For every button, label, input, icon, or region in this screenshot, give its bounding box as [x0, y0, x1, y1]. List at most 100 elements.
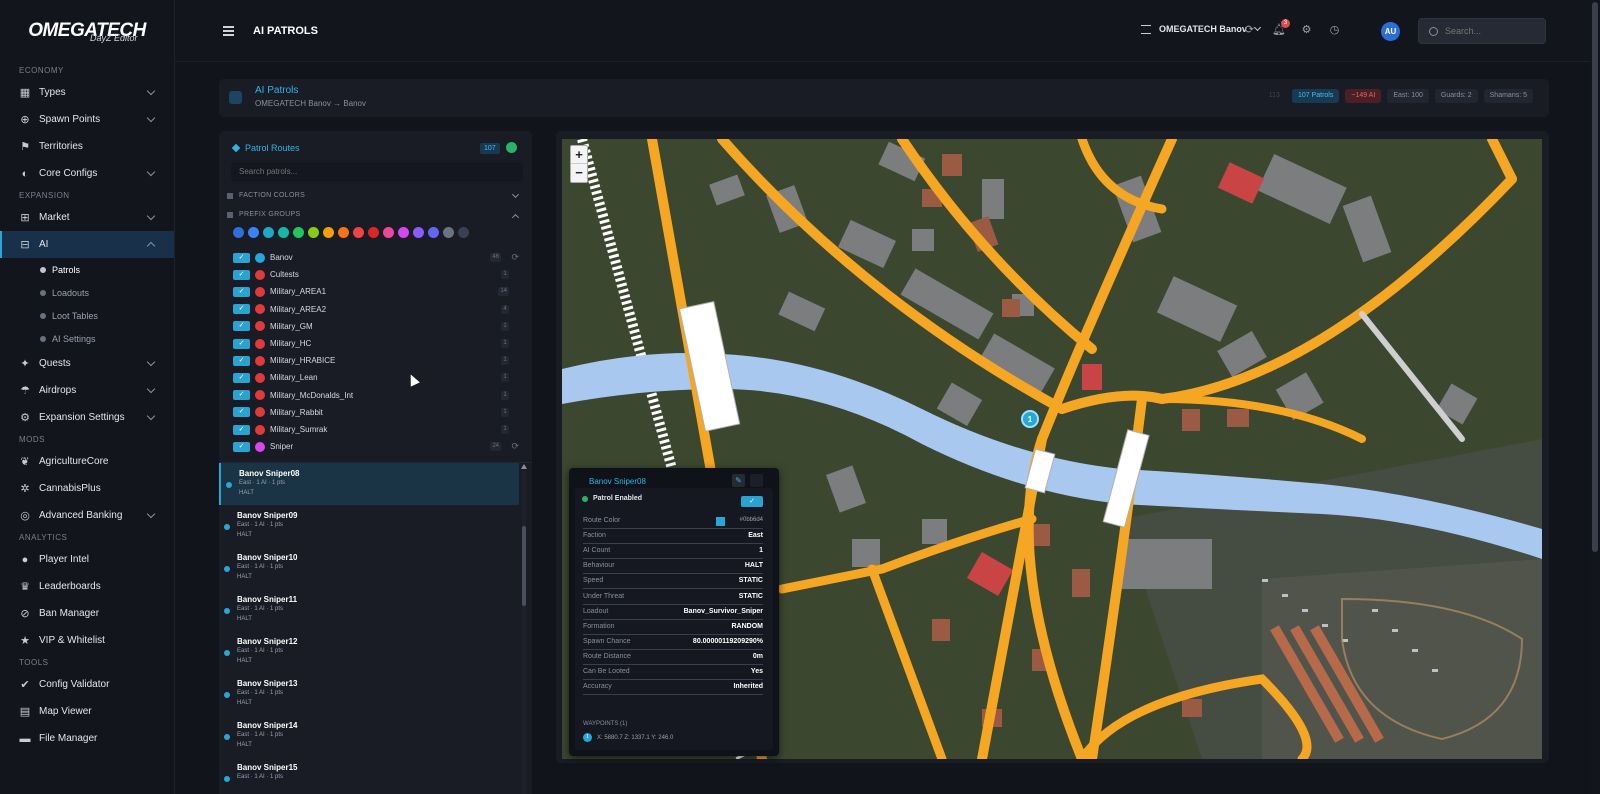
- avatar[interactable]: AU: [1381, 22, 1400, 41]
- sidebar-item-cannabisplus[interactable]: ✲ CannabisPlus: [0, 475, 174, 502]
- group-checkbox[interactable]: ✓: [233, 407, 250, 418]
- color-swatch[interactable]: [278, 227, 289, 238]
- color-swatch[interactable]: [413, 227, 424, 238]
- sidebar-item-types[interactable]: ▦ Types: [0, 79, 174, 106]
- prefix-group-row[interactable]: ✓ Military_HC 1: [233, 335, 523, 352]
- sidebar-item-airdrops[interactable]: ☂ Airdrops: [0, 377, 174, 404]
- refresh-icon[interactable]: ⟳: [511, 252, 519, 263]
- color-swatch[interactable]: [338, 227, 349, 238]
- color-swatch[interactable]: [458, 227, 469, 238]
- prefix-group-row[interactable]: ✓ Military_Sumrak 1: [233, 421, 523, 438]
- group-checkbox[interactable]: ✓: [233, 372, 250, 383]
- sidebar-item-advanced-banking[interactable]: ◎ Advanced Banking: [0, 502, 174, 529]
- bell-icon[interactable]: 🔔︎ 3: [1272, 19, 1290, 37]
- patrol-list-item[interactable]: Banov Sniper13 East · 1 AI · 1 pts HALT: [219, 673, 519, 715]
- sidebar-item-vip-whitelist[interactable]: ★ VIP & Whitelist: [0, 627, 174, 654]
- patrol-list-item[interactable]: Banov Sniper12 East · 1 AI · 1 pts HALT: [219, 631, 519, 673]
- group-checkbox[interactable]: ✓: [233, 355, 250, 366]
- zoom-in-button[interactable]: +: [571, 146, 587, 164]
- sidebar-item-market[interactable]: ⊞ Market: [0, 204, 174, 231]
- sidebar-item-ban-manager[interactable]: ⊘ Ban Manager: [0, 600, 174, 627]
- sidebar-subitem-loadouts[interactable]: Loadouts: [0, 281, 174, 304]
- group-checkbox[interactable]: ✓: [233, 252, 250, 263]
- prefix-group-row[interactable]: ✓ Cultests 1: [233, 266, 523, 283]
- sidebar-subitem-patrols[interactable]: Patrols: [0, 258, 174, 281]
- menu-toggle-icon[interactable]: [223, 26, 234, 38]
- color-swatch[interactable]: [353, 227, 364, 238]
- prefix-group-row[interactable]: ✓ Military_AREA2 4: [233, 301, 523, 318]
- zoom-out-button[interactable]: −: [571, 164, 587, 182]
- patrol-list-item[interactable]: Banov Sniper09 East · 1 AI · 1 pts HALT: [219, 505, 519, 547]
- prefix-group-row[interactable]: ✓ Sniper 24 ⟳: [233, 438, 523, 455]
- prefix-group-row[interactable]: ✓ Military_Lean 1: [233, 369, 523, 386]
- prefix-group-row[interactable]: ✓ Banov 46 ⟳: [233, 249, 523, 266]
- group-checkbox[interactable]: ✓: [233, 269, 250, 280]
- color-swatch[interactable]: [233, 227, 244, 238]
- color-swatch[interactable]: [323, 227, 334, 238]
- route-color-swatch[interactable]: [716, 517, 725, 526]
- sidebar-item-spawn-points[interactable]: ⊕ Spawn Points: [0, 106, 174, 133]
- page-scrollbar-thumb[interactable]: [1592, 2, 1598, 552]
- sidebar-item-quests[interactable]: ✦ Quests: [0, 350, 174, 377]
- sidebar-item-agriculturecore[interactable]: ❦ AgricultureCore: [0, 448, 174, 475]
- scroll-up-icon[interactable]: [521, 464, 527, 469]
- scrollbar-thumb[interactable]: [522, 526, 526, 606]
- patrol-meta: East · 1 AI · 1 pts: [237, 774, 284, 780]
- group-checkbox[interactable]: ✓: [233, 286, 250, 297]
- color-swatch[interactable]: [263, 227, 274, 238]
- clock-icon[interactable]: ◷: [1328, 24, 1341, 37]
- sidebar-item-expansion-settings[interactable]: ⚙ Expansion Settings: [0, 404, 174, 431]
- waypoint-row[interactable]: 1 X: 5880.7 Z: 1337.1 Y: 246.0: [583, 733, 673, 742]
- sidebar-item-leaderboards[interactable]: ♛ Leaderboards: [0, 573, 174, 600]
- color-swatch[interactable]: [428, 227, 439, 238]
- patrol-list-item[interactable]: Banov Sniper15 East · 1 AI · 1 pts: [219, 757, 519, 794]
- sidebar-item-core-configs[interactable]: ◐ Core Configs: [0, 160, 174, 187]
- group-checkbox[interactable]: ✓: [233, 338, 250, 349]
- sidebar-item-territories[interactable]: ⚑ Territories: [0, 133, 174, 160]
- prefix-groups-toggle[interactable]: PREFIX GROUPS: [227, 211, 300, 218]
- sidebar-subitem-ai-settings[interactable]: AI Settings: [0, 327, 174, 350]
- color-swatch[interactable]: [308, 227, 319, 238]
- add-patrol-button[interactable]: [506, 142, 517, 153]
- close-icon[interactable]: [750, 474, 763, 487]
- gear-icon[interactable]: ⚙: [1300, 24, 1313, 37]
- prefix-group-row[interactable]: ✓ Military_Rabbit 1: [233, 404, 523, 421]
- color-swatch[interactable]: [443, 227, 454, 238]
- group-checkbox[interactable]: ✓: [233, 441, 250, 452]
- patrol-list-scrollbar[interactable]: [522, 471, 526, 794]
- chevron-down-icon[interactable]: [511, 190, 520, 199]
- refresh-icon[interactable]: ⟳: [511, 441, 519, 452]
- patrol-list-item[interactable]: Banov Sniper08 East · 1 AI · 1 pts HALT: [219, 463, 519, 505]
- color-swatch[interactable]: [398, 227, 409, 238]
- sidebar-item-player-intel[interactable]: ● Player Intel: [0, 546, 174, 573]
- prefix-group-row[interactable]: ✓ Military_McDonalds_Int 1: [233, 387, 523, 404]
- sidebar-item-ai[interactable]: ⊟ AI: [0, 231, 174, 258]
- patrol-list-item[interactable]: Banov Sniper10 East · 1 AI · 1 pts HALT: [219, 547, 519, 589]
- chevron-up-icon[interactable]: [511, 213, 520, 222]
- search-input[interactable]: [1445, 26, 1540, 36]
- prefix-group-row[interactable]: ✓ Military_GM 1: [233, 318, 523, 335]
- sidebar-subitem-loot-tables[interactable]: Loot Tables: [0, 304, 174, 327]
- color-swatch[interactable]: [248, 227, 259, 238]
- prefix-group-row[interactable]: ✓ Military_HRABICE 1: [233, 352, 523, 369]
- group-checkbox[interactable]: ✓: [233, 390, 250, 401]
- faction-colors-toggle[interactable]: FACTION COLORS: [227, 192, 305, 199]
- sidebar-item-config-validator[interactable]: ✔ Config Validator: [0, 671, 174, 698]
- color-swatch[interactable]: [383, 227, 394, 238]
- edit-pencil-icon[interactable]: ✎: [732, 474, 745, 487]
- refresh-icon[interactable]: ⟳: [1243, 24, 1256, 37]
- prefix-group-row[interactable]: ✓ Military_AREA1 14: [233, 283, 523, 300]
- server-selector[interactable]: OMEGATECH Banov: [1141, 23, 1261, 34]
- patrol-search-input[interactable]: [231, 163, 523, 181]
- sidebar-item-map-viewer[interactable]: ▤ Map Viewer: [0, 698, 174, 725]
- group-checkbox[interactable]: ✓: [233, 424, 250, 435]
- color-swatch[interactable]: [293, 227, 304, 238]
- patrol-list-item[interactable]: Banov Sniper14 East · 1 AI · 1 pts HALT: [219, 715, 519, 757]
- color-swatch[interactable]: [368, 227, 379, 238]
- patrol-list-item[interactable]: Banov Sniper11 East · 1 AI · 1 pts HALT: [219, 589, 519, 631]
- sidebar-item-file-manager[interactable]: ▬ File Manager: [0, 725, 174, 752]
- group-checkbox[interactable]: ✓: [233, 304, 250, 315]
- group-checkbox[interactable]: ✓: [233, 321, 250, 332]
- patrol-enabled-toggle[interactable]: ✓: [741, 496, 763, 507]
- logo[interactable]: OMEGATECH DayZ Editor: [0, 0, 174, 62]
